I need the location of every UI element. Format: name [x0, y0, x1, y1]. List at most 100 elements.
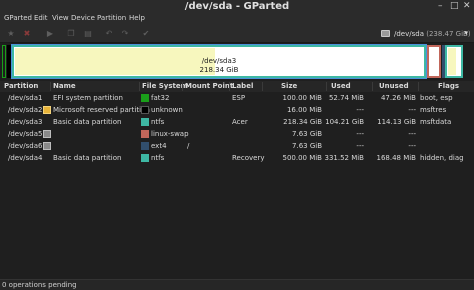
- menu-partition[interactable]: Partition: [97, 14, 126, 22]
- row-flags: msftdata: [420, 118, 452, 126]
- map-partition-size: 218.34 GiB: [199, 66, 239, 74]
- table-row[interactable]: /dev/sda3 Basic data partition ntfs Acer…: [0, 116, 474, 128]
- col-mount-point[interactable]: Mount Point: [185, 82, 233, 90]
- row-name: Microsoft reserved partition: [53, 106, 150, 114]
- resize-icon[interactable]: ▶: [45, 29, 55, 39]
- row-size: 218.34 GiB: [283, 118, 322, 126]
- col-label[interactable]: Label: [232, 82, 253, 90]
- status-bar: 0 operations pending: [0, 279, 474, 290]
- row-size: 500.00 MiB: [282, 154, 322, 162]
- row-fs: linux-swap: [151, 130, 189, 138]
- row-unused: 168.48 MiB: [376, 154, 416, 162]
- row-name: EFI system partition: [53, 94, 123, 102]
- row-unused: ---: [408, 142, 416, 150]
- row-partition: /dev/sda6: [8, 142, 43, 150]
- row-fs: unknown: [151, 106, 183, 114]
- menu-view[interactable]: View: [52, 14, 69, 22]
- row-used: ---: [356, 130, 364, 138]
- table-row[interactable]: /dev/sda5 linux-swap 7.63 GiB --- ---: [0, 128, 474, 140]
- col-name[interactable]: Name: [53, 82, 76, 90]
- minimize-icon[interactable]: –: [438, 2, 443, 11]
- lock-icon: [43, 142, 51, 150]
- row-partition: /dev/sda2: [8, 106, 43, 114]
- row-flags: msftres: [420, 106, 447, 114]
- row-unused: 114.13 GiB: [377, 118, 416, 126]
- row-fs: ntfs: [151, 118, 165, 126]
- row-fs: ext4: [151, 142, 167, 150]
- undo-icon[interactable]: ↶: [104, 29, 114, 39]
- row-used: 331.52 MiB: [324, 154, 364, 162]
- col-used[interactable]: Used: [331, 82, 351, 90]
- row-flags: hidden, diag: [420, 154, 464, 162]
- col-unused[interactable]: Unused: [379, 82, 409, 90]
- row-used: 104.21 GiB: [325, 118, 364, 126]
- row-used: 52.74 MiB: [328, 94, 364, 102]
- toolbar: ★ ✖ ▶ ❐ ▤ ↶ ↷ ✔ /dev/sda (238.47 GiB) ▾: [0, 24, 474, 43]
- row-partition: /dev/sda1: [8, 94, 43, 102]
- title-bar: /dev/sda - GParted – □ ✕: [0, 0, 474, 13]
- row-flags: boot, esp: [420, 94, 453, 102]
- menu-help[interactable]: Help: [129, 14, 145, 22]
- map-partition-sda3[interactable]: /dev/sda3 218.34 GiB: [11, 44, 427, 79]
- fs-color-swatch: [141, 118, 149, 126]
- row-name: Basic data partition: [53, 118, 122, 126]
- row-label: Recovery: [232, 154, 265, 162]
- col-partition[interactable]: Partition: [4, 82, 38, 90]
- device-name: /dev/sda: [394, 30, 424, 38]
- lock-icon: [43, 130, 51, 138]
- row-label: ESP: [232, 94, 246, 102]
- row-size: 7.63 GiB: [292, 130, 322, 138]
- fs-color-swatch: [141, 130, 149, 138]
- new-partition-icon[interactable]: ★: [6, 29, 16, 39]
- disk-map: /dev/sda3 218.34 GiB: [0, 43, 474, 80]
- table-row[interactable]: /dev/sda6 ext4 / 7.63 GiB --- ---: [0, 140, 474, 152]
- row-partition: /dev/sda4: [8, 154, 43, 162]
- row-label: Acer: [232, 118, 248, 126]
- col-size[interactable]: Size: [281, 82, 297, 90]
- table-row[interactable]: /dev/sda1 EFI system partition fat32 ESP…: [0, 92, 474, 104]
- map-partition-sda1[interactable]: [2, 45, 6, 78]
- fs-color-swatch: [141, 94, 149, 102]
- row-used: ---: [356, 142, 364, 150]
- row-size: 16.00 MiB: [286, 106, 322, 114]
- menu-bar: GParted Edit View Device Partition Help: [0, 13, 474, 24]
- clear-icon[interactable]: ↷: [120, 29, 130, 39]
- table-row[interactable]: /dev/sda4 Basic data partition ntfs Reco…: [0, 152, 474, 164]
- status-text: 0 operations pending: [2, 281, 77, 289]
- table-row[interactable]: /dev/sda2 Microsoft reserved partition u…: [0, 104, 474, 116]
- row-size: 100.00 MiB: [282, 94, 322, 102]
- row-fs: fat32: [151, 94, 170, 102]
- menu-gparted[interactable]: GParted: [4, 14, 32, 22]
- row-fs: ntfs: [151, 154, 165, 162]
- warning-icon: [43, 106, 51, 114]
- paste-icon[interactable]: ▤: [83, 29, 93, 39]
- menu-device[interactable]: Device: [71, 14, 95, 22]
- delete-icon[interactable]: ✖: [22, 29, 32, 39]
- map-partition-sda5[interactable]: [427, 45, 441, 78]
- row-partition: /dev/sda5: [8, 130, 43, 138]
- row-size: 7.63 GiB: [292, 142, 322, 150]
- chevron-down-icon: ▾: [464, 29, 468, 37]
- disk-icon: [381, 30, 390, 37]
- col-flags[interactable]: Flags: [438, 82, 459, 90]
- row-unused: ---: [408, 106, 416, 114]
- row-name: Basic data partition: [53, 154, 122, 162]
- row-used: ---: [356, 106, 364, 114]
- fs-color-swatch: [141, 106, 149, 114]
- maximize-icon[interactable]: □: [450, 2, 459, 11]
- partition-table-header: Partition Name File System Mount Point L…: [0, 81, 474, 92]
- row-unused: 47.26 MiB: [380, 94, 416, 102]
- device-selector[interactable]: /dev/sda (238.47 GiB) ▾: [378, 27, 471, 40]
- map-partition-sda4[interactable]: [445, 45, 463, 78]
- fs-color-swatch: [141, 142, 149, 150]
- row-mount: /: [187, 142, 190, 150]
- window-title: /dev/sda - GParted: [184, 1, 290, 12]
- apply-icon[interactable]: ✔: [141, 29, 151, 39]
- menu-edit[interactable]: Edit: [34, 14, 48, 22]
- map-partition-name: /dev/sda3: [201, 57, 237, 65]
- row-unused: ---: [408, 130, 416, 138]
- close-icon[interactable]: ✕: [463, 2, 471, 11]
- copy-icon[interactable]: ❐: [66, 29, 76, 39]
- row-partition: /dev/sda3: [8, 118, 43, 126]
- fs-color-swatch: [141, 154, 149, 162]
